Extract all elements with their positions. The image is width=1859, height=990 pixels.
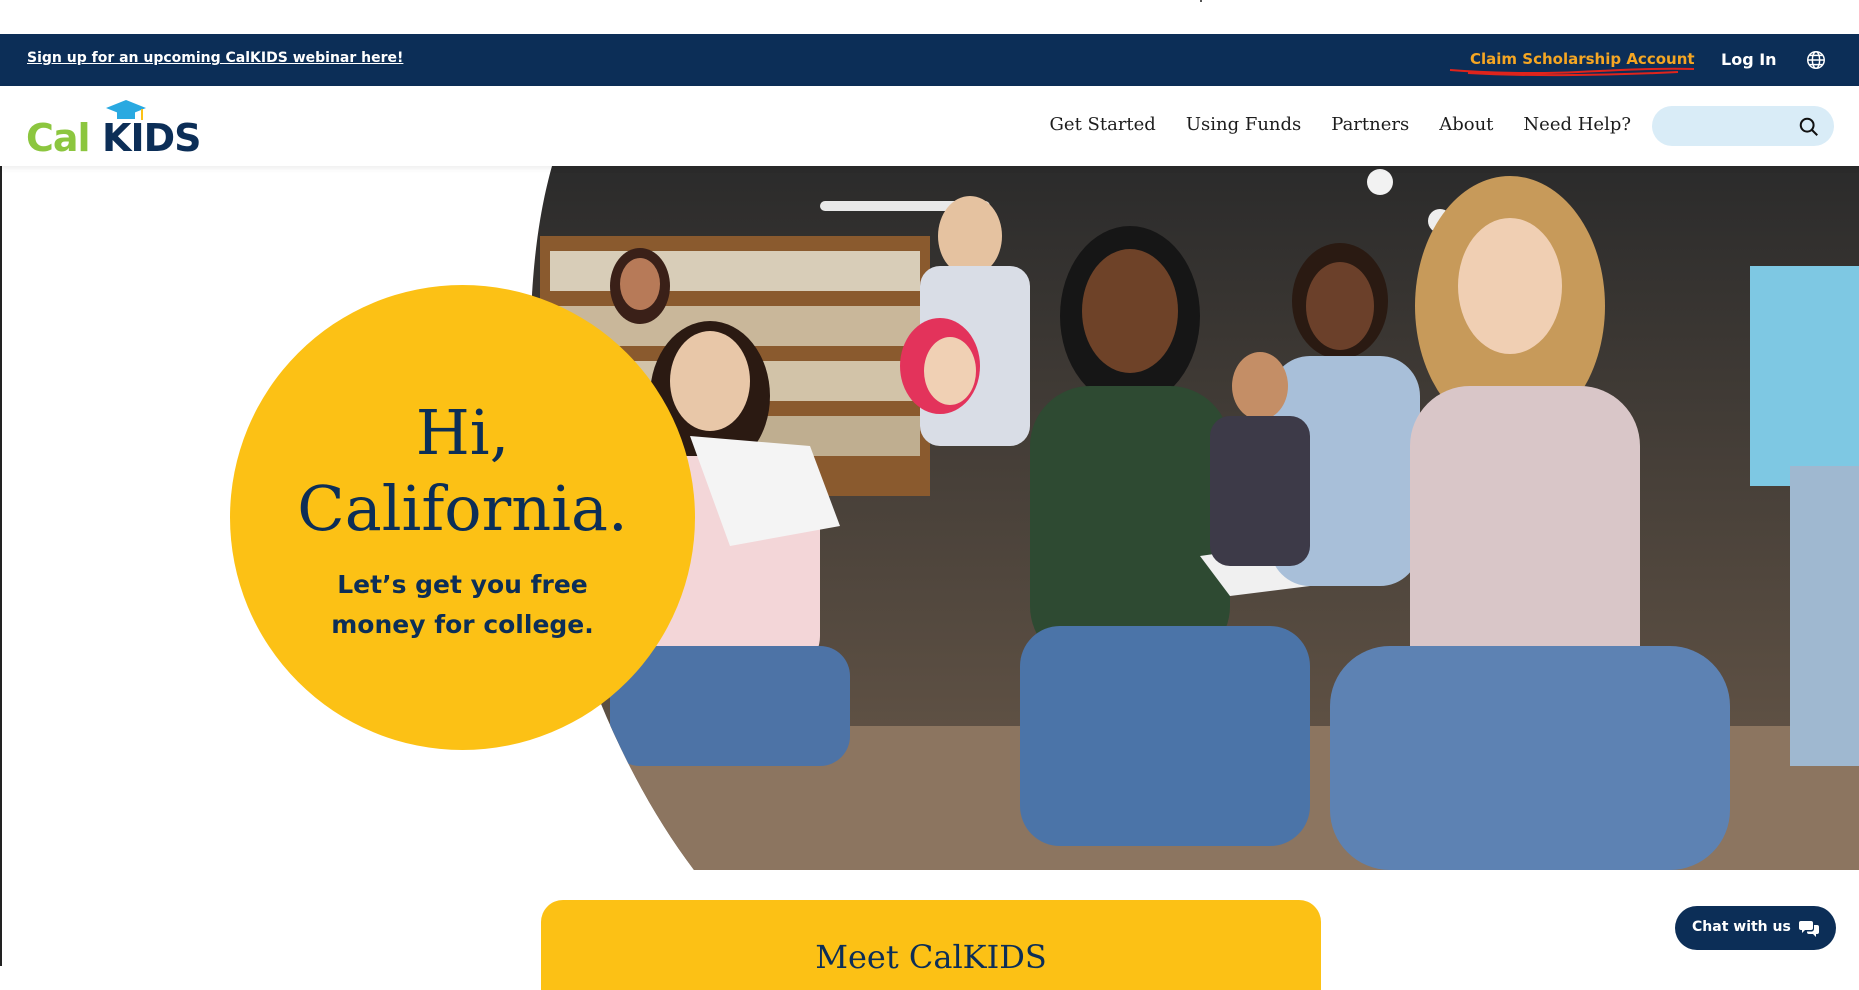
hero-title: Hi, California. [230,395,695,547]
webinar-signup-link[interactable]: Sign up for an upcoming CalKIDS webinar … [27,50,403,66]
top-blank-strip [0,0,1859,34]
chat-label: Chat with us [1692,919,1791,935]
hero-subtitle-line1: Let’s get you free [337,570,588,599]
hero-subtitle-line2: money for college. [331,610,594,639]
nav-partners[interactable]: Partners [1331,114,1409,135]
nav-need-help[interactable]: Need Help? [1523,114,1631,135]
hero-title-line2: California. [297,472,628,545]
nav-about[interactable]: About [1439,114,1493,135]
stray-dot [1200,0,1202,2]
meet-calkids-card: Meet CalKIDS [541,900,1321,990]
site-header: Cal KIDS Get Started Using Funds Partner… [0,86,1859,166]
login-link[interactable]: Log In [1721,50,1777,69]
hero-subtitle: Let’s get you free money for college. [230,565,695,645]
page-left-edge [0,166,2,966]
logo-kids-text: KIDS [102,116,201,160]
main-nav: Get Started Using Funds Partners About N… [1020,114,1631,135]
hero-yellow-circle: Hi, California. Let’s get you free money… [230,285,695,750]
nav-get-started[interactable]: Get Started [1050,114,1156,135]
announcement-bar: Sign up for an upcoming CalKIDS webinar … [0,34,1859,86]
hero-photo-students [510,166,1859,870]
search-icon[interactable] [1798,116,1820,138]
nav-using-funds[interactable]: Using Funds [1186,114,1301,135]
calkids-logo[interactable]: Cal KIDS [26,98,201,160]
chat-bubbles-icon [1799,919,1819,937]
chat-with-us-button[interactable]: Chat with us [1675,906,1836,950]
meet-calkids-title: Meet CalKIDS [815,938,1047,976]
hero-title-line1: Hi, [415,396,510,469]
globe-icon[interactable] [1805,49,1827,71]
claim-red-underline [1449,67,1695,77]
logo-cal-text: Cal [26,116,91,160]
